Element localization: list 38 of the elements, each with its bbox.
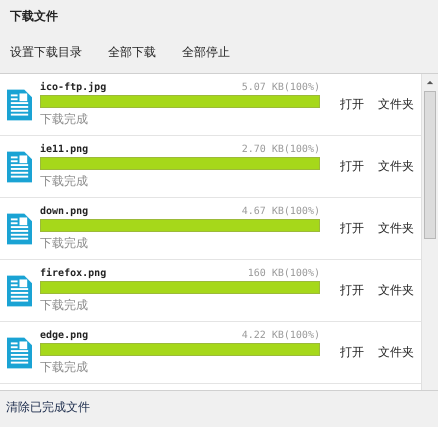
action-button[interactable]: 打开 bbox=[340, 344, 364, 361]
download-status: 下载完成 bbox=[40, 234, 89, 252]
action-button[interactable]: 文件夹 bbox=[378, 282, 414, 299]
action-button[interactable]: 文件夹 bbox=[378, 344, 414, 361]
scrollbar[interactable] bbox=[421, 74, 438, 390]
file-size: 5.07 KB(100%) bbox=[242, 82, 320, 92]
download-status: 下载完成 bbox=[40, 358, 89, 376]
file-size: 4.67 KB(100%) bbox=[242, 206, 320, 216]
file-name: ie11.png bbox=[40, 144, 88, 154]
document-icon bbox=[7, 274, 32, 306]
file-size: 2.70 KB(100%) bbox=[242, 144, 320, 154]
document-icon bbox=[7, 212, 32, 244]
document-icon bbox=[7, 150, 32, 182]
action-button[interactable]: 打开 bbox=[340, 96, 364, 113]
action-button[interactable]: 打开 bbox=[340, 282, 364, 299]
download-status: 下载完成 bbox=[40, 296, 89, 314]
toolbar-button[interactable]: 全部停止 bbox=[182, 42, 230, 63]
scroll-up-icon[interactable] bbox=[426, 80, 434, 85]
document-icon bbox=[7, 88, 32, 120]
action-button[interactable]: 打开 bbox=[340, 220, 364, 237]
action-button[interactable]: 打开 bbox=[340, 158, 364, 175]
download-status: 下载完成 bbox=[40, 172, 89, 190]
download-status: 下载完成 bbox=[40, 110, 89, 128]
toolbar-button[interactable]: 设置下载目录 bbox=[10, 42, 82, 63]
file-name: firefox.png bbox=[40, 268, 106, 278]
file-name: down.png bbox=[40, 206, 88, 216]
document-icon bbox=[7, 336, 32, 368]
action-button[interactable]: 文件夹 bbox=[378, 96, 414, 113]
action-button[interactable]: 文件夹 bbox=[378, 158, 414, 175]
file-size: 160 KB(100%) bbox=[248, 268, 320, 278]
scroll-thumb[interactable] bbox=[424, 91, 436, 239]
clear-completed-link[interactable]: 清除已完成文件 bbox=[6, 399, 90, 416]
file-name: ico-ftp.jpg bbox=[40, 82, 106, 92]
toolbar-button[interactable]: 全部下载 bbox=[108, 42, 156, 63]
file-name: edge.png bbox=[40, 330, 88, 340]
file-size: 4.22 KB(100%) bbox=[242, 330, 320, 340]
action-button[interactable]: 文件夹 bbox=[378, 220, 414, 237]
window-title: 下载文件 bbox=[9, 8, 59, 25]
